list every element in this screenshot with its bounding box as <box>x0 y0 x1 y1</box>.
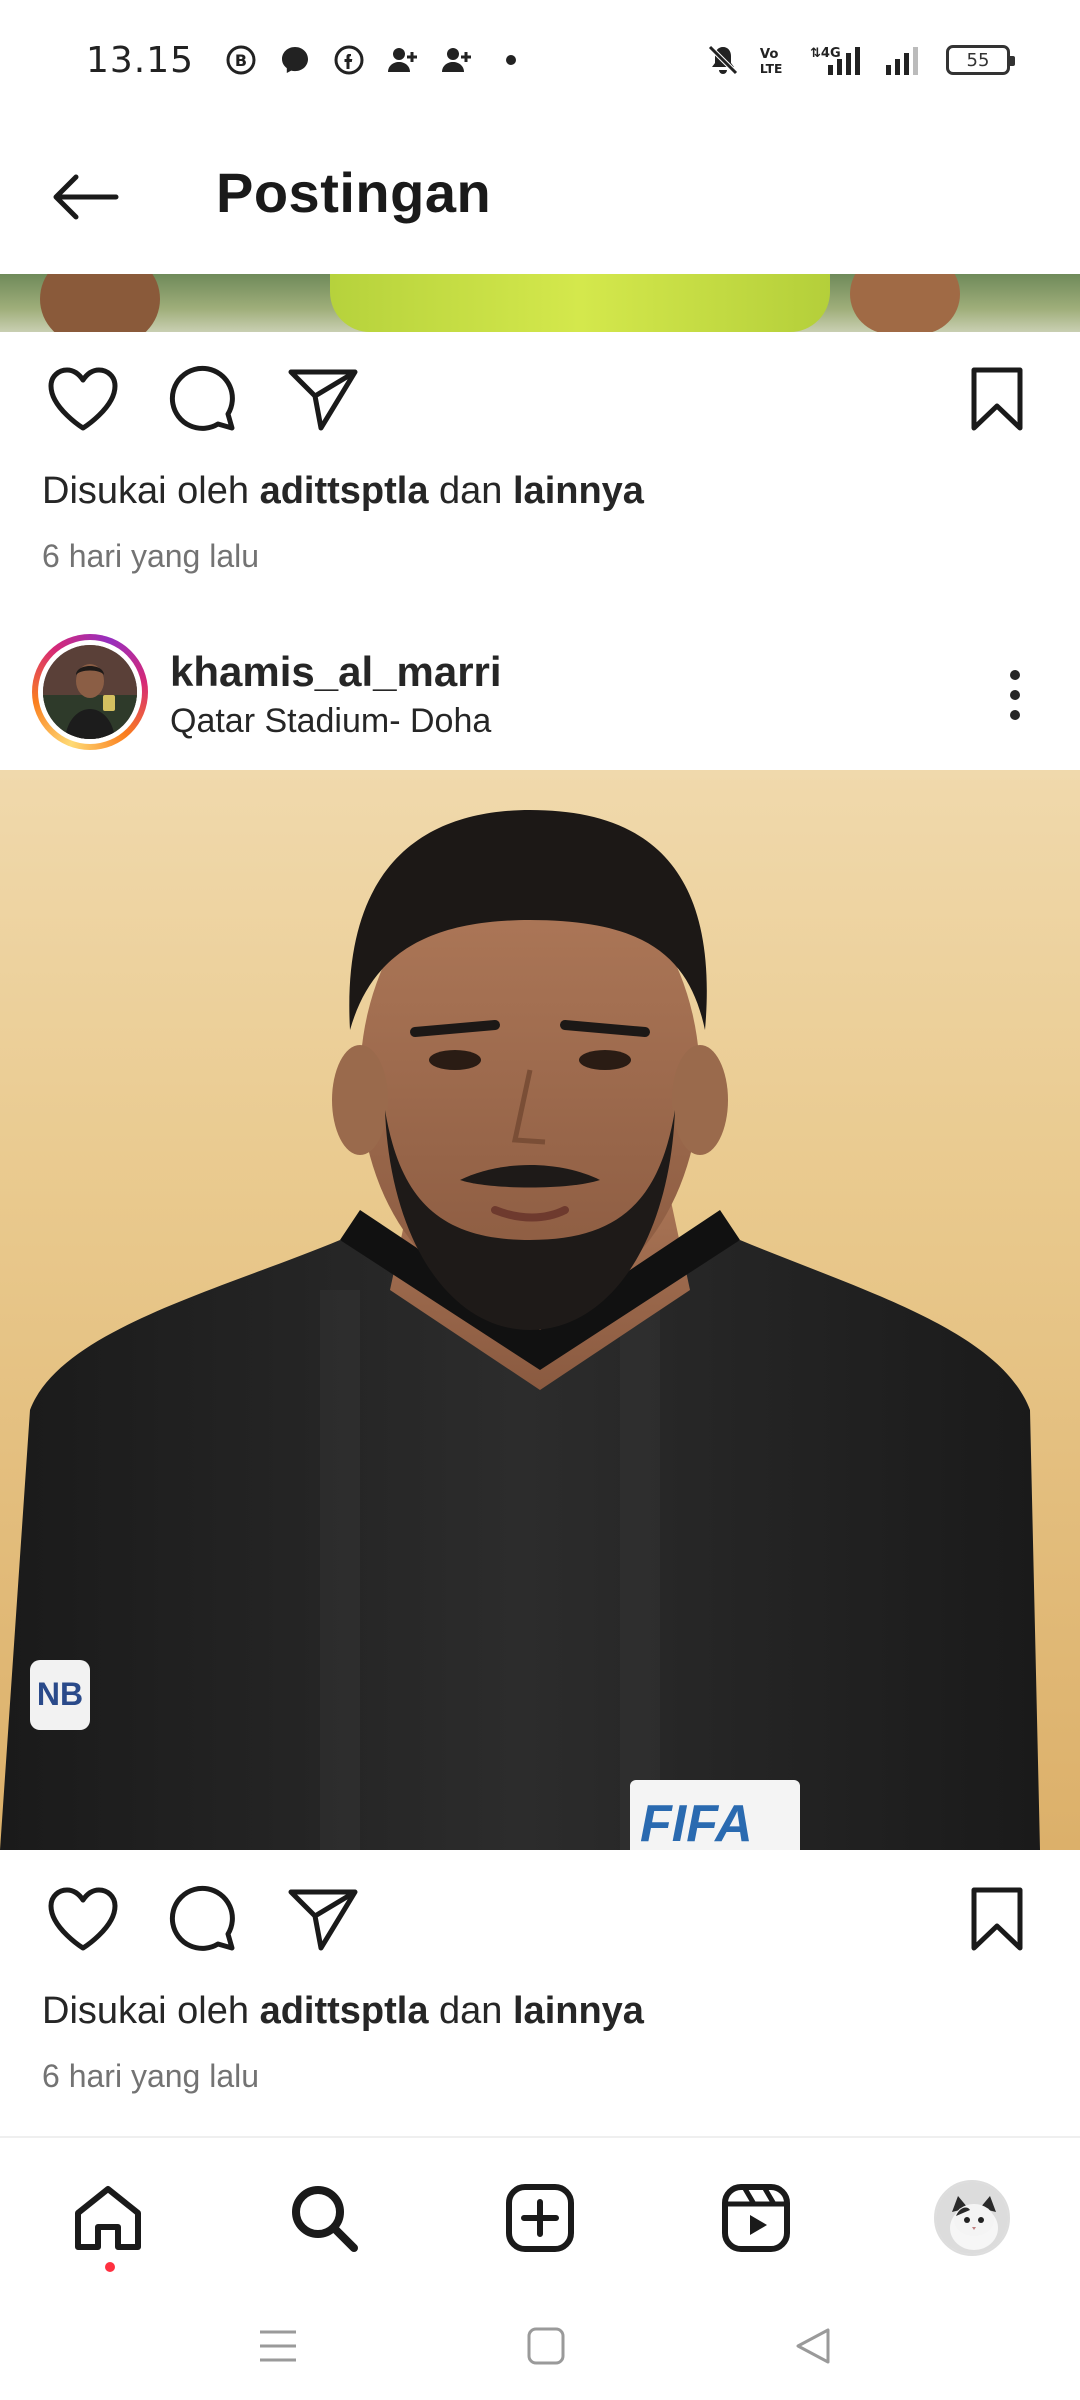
story-ring[interactable] <box>32 634 148 750</box>
bottom-navigation <box>0 2136 1080 2286</box>
avatar <box>43 645 137 739</box>
post-actions <box>0 1874 1080 1984</box>
status-bar: 13.15 B Vo LTE ⇅4G 55 <box>0 0 1080 120</box>
nav-search[interactable] <box>274 2168 374 2268</box>
post-header: khamis_al_marri Qatar Stadium- Doha <box>0 620 1080 770</box>
home-square-icon <box>527 2327 565 2365</box>
system-navigation <box>0 2286 1080 2400</box>
post-time: 6 hari yang lalu <box>42 2058 260 2094</box>
reels-icon <box>722 2184 790 2252</box>
previous-post-image[interactable] <box>0 274 1080 332</box>
home-icon <box>75 2186 141 2250</box>
post-location[interactable]: Qatar Stadium- Doha <box>170 702 491 741</box>
nav-create[interactable] <box>490 2168 590 2268</box>
save-button[interactable] <box>952 1874 1042 1964</box>
profile-avatar <box>934 2180 1010 2256</box>
mute-icon <box>706 43 740 77</box>
comment-icon <box>169 1885 235 1951</box>
svg-text:NB: NB <box>37 1676 83 1712</box>
likes-others[interactable]: lainnya <box>513 1990 644 2032</box>
fifa-badge-text: FIFA <box>640 1795 753 1850</box>
recents-icon <box>260 2330 296 2362</box>
back-triangle-icon <box>796 2328 830 2364</box>
likes-prefix: Disukai oleh <box>42 1990 249 2032</box>
like-button[interactable] <box>38 354 128 444</box>
like-button[interactable] <box>38 1874 128 1964</box>
share-button[interactable] <box>278 1874 368 1964</box>
likes-middle: dan <box>439 470 503 512</box>
heart-icon <box>48 367 118 431</box>
heart-icon <box>48 1887 118 1951</box>
comment-button[interactable] <box>158 1874 248 1964</box>
send-icon <box>288 369 358 431</box>
referee-portrait: NB <box>0 810 1040 1850</box>
svg-text:LTE: LTE <box>760 62 783 76</box>
4g-signal-icon: ⇅4G <box>810 43 866 77</box>
likes-others[interactable]: lainnya <box>513 470 644 512</box>
back-system-button[interactable] <box>774 2316 854 2376</box>
back-arrow-icon <box>53 174 119 220</box>
liked-by-user[interactable]: adittsptla <box>260 470 429 512</box>
person-add-icon <box>440 43 474 77</box>
signal-icon <box>884 43 928 77</box>
comment-icon <box>169 365 235 431</box>
nav-home[interactable] <box>58 2168 158 2272</box>
save-button[interactable] <box>952 354 1042 444</box>
svg-text:⇅4G: ⇅4G <box>810 46 841 61</box>
facebook-icon <box>332 43 366 77</box>
volte-icon: Vo LTE <box>758 43 792 77</box>
notification-icons: B <box>224 43 528 77</box>
likes-summary[interactable]: Disukai oleh adittsptla dan lainnya <box>42 470 644 513</box>
post-time: 6 hari yang lalu <box>42 538 260 574</box>
create-post-icon <box>506 2184 574 2252</box>
page-title: Postingan <box>216 161 492 224</box>
more-vertical-icon <box>1010 670 1020 720</box>
recents-button[interactable] <box>238 2316 318 2376</box>
search-icon <box>292 2186 358 2252</box>
post-actions <box>0 354 1080 464</box>
system-status-icons: Vo LTE ⇅4G 55 <box>706 43 1015 77</box>
post-image[interactable]: NB FIFA <box>0 770 1080 1850</box>
svg-text:Vo: Vo <box>760 47 779 62</box>
liked-by-user[interactable]: adittsptla <box>260 1990 429 2032</box>
likes-prefix: Disukai oleh <box>42 470 249 512</box>
comment-button[interactable] <box>158 354 248 444</box>
svg-text:B: B <box>235 51 247 70</box>
person-add-icon <box>386 43 420 77</box>
notification-dot <box>105 2262 115 2272</box>
battery-level: 55 <box>966 49 990 71</box>
post-username[interactable]: khamis_al_marri <box>170 648 502 696</box>
share-button[interactable] <box>278 354 368 444</box>
whatsapp-business-icon: B <box>224 43 258 77</box>
likes-middle: dan <box>439 1990 503 2032</box>
back-button[interactable] <box>42 162 126 232</box>
app-header: Postingan <box>0 120 1080 274</box>
battery-icon: 55 <box>946 45 1015 75</box>
bookmark-icon <box>971 367 1023 431</box>
home-system-button[interactable] <box>506 2316 586 2376</box>
nav-profile[interactable] <box>922 2168 1022 2268</box>
more-options-button[interactable] <box>980 660 1050 730</box>
status-time: 13.15 <box>86 39 195 81</box>
messenger-icon <box>278 43 312 77</box>
dot-icon <box>494 43 528 77</box>
likes-summary[interactable]: Disukai oleh adittsptla dan lainnya <box>42 1990 644 2033</box>
bookmark-icon <box>971 1887 1023 1951</box>
nav-reels[interactable] <box>706 2168 806 2268</box>
send-icon <box>288 1889 358 1951</box>
